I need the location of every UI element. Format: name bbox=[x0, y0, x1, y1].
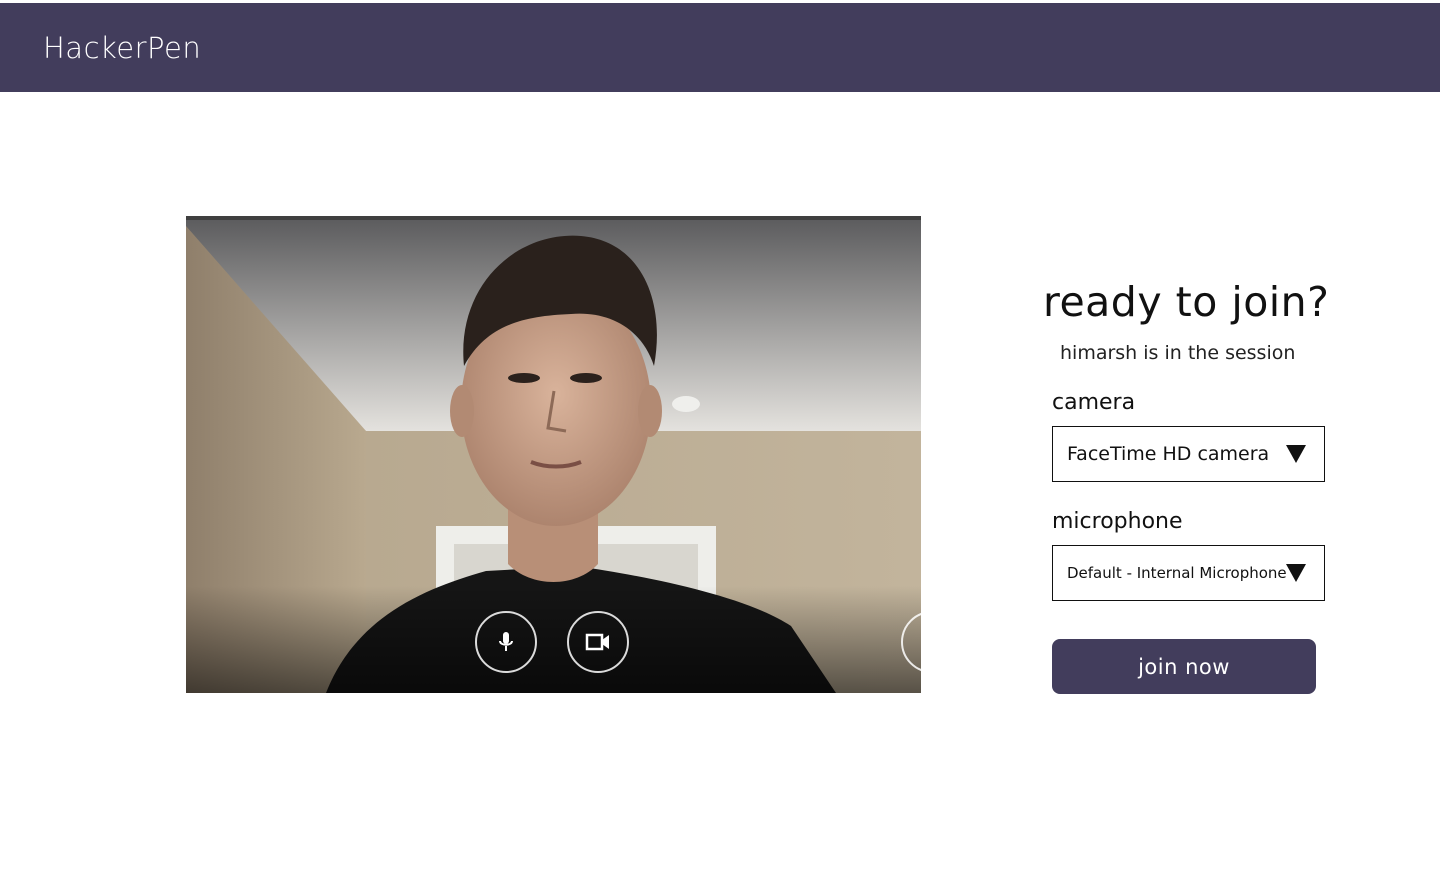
microphone-toggle-button[interactable] bbox=[475, 611, 537, 673]
microphone-label: microphone bbox=[1052, 509, 1183, 534]
video-camera-icon bbox=[585, 633, 609, 651]
brand-logo-text[interactable]: HackerPen bbox=[43, 31, 201, 65]
dropdown-arrow-icon bbox=[1286, 564, 1306, 582]
microphone-icon bbox=[499, 632, 513, 651]
camera-preview bbox=[186, 216, 921, 693]
top-navigation-bar: HackerPen bbox=[0, 3, 1440, 92]
join-title: ready to join? bbox=[1043, 278, 1330, 326]
camera-select[interactable]: FaceTime HD camera bbox=[1052, 426, 1325, 482]
camera-label: camera bbox=[1052, 390, 1136, 415]
microphone-select-value: Default - Internal Microphone bbox=[1067, 564, 1287, 582]
session-status: himarsh is in the session bbox=[1060, 342, 1296, 364]
dropdown-arrow-icon bbox=[1286, 445, 1306, 463]
camera-toggle-button[interactable] bbox=[567, 611, 629, 673]
microphone-select[interactable]: Default - Internal Microphone bbox=[1052, 545, 1325, 601]
join-now-button[interactable]: join now bbox=[1052, 639, 1316, 694]
preview-controls bbox=[186, 216, 921, 693]
more-options-button[interactable] bbox=[901, 611, 921, 673]
camera-select-value: FaceTime HD camera bbox=[1067, 443, 1270, 465]
